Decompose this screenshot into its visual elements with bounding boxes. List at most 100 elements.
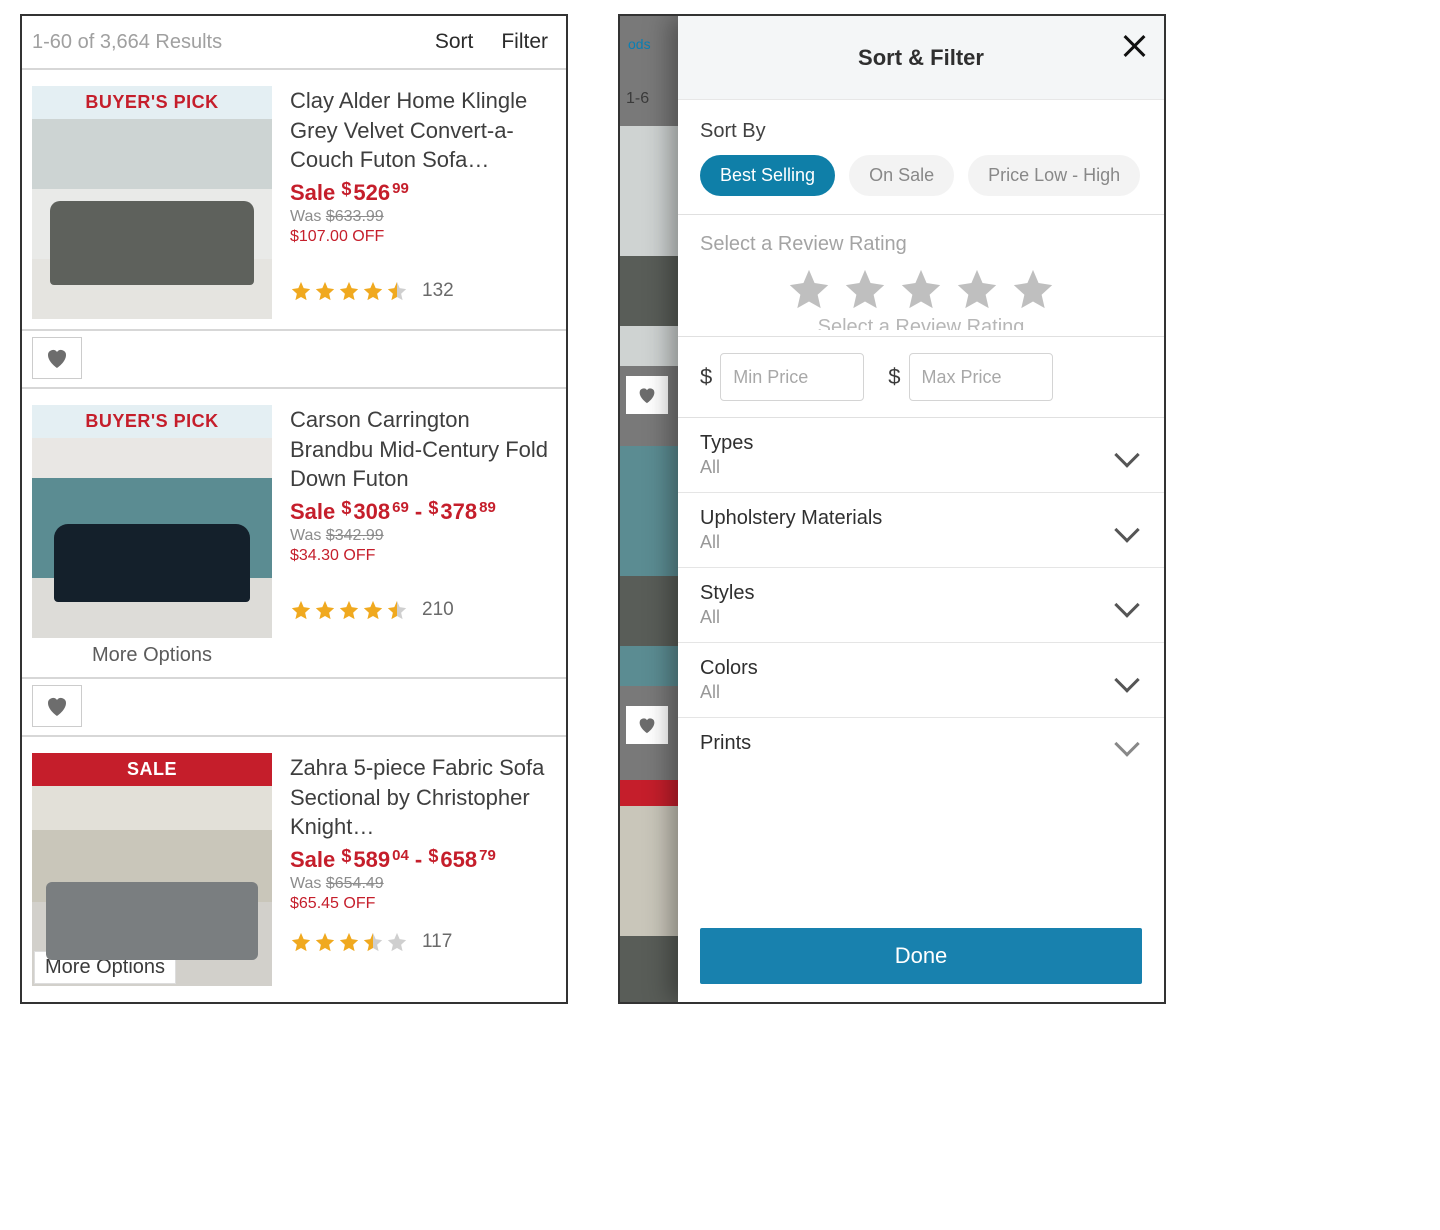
- filter-category-colors[interactable]: Colors All: [678, 643, 1164, 718]
- cat-text: Prints: [700, 732, 751, 755]
- dollar-icon: $: [700, 364, 712, 390]
- top-bar: 1-60 of 3,664 Results Sort Filter: [22, 16, 566, 68]
- price2-cents: 89: [479, 499, 496, 516]
- star-icon[interactable]: [953, 266, 1001, 312]
- favorite-button[interactable]: [32, 685, 82, 727]
- price2-main: 658: [440, 847, 477, 872]
- star-icon[interactable]: [785, 266, 833, 312]
- done-button[interactable]: Done: [700, 928, 1142, 984]
- filter-button[interactable]: Filter: [501, 30, 548, 54]
- bg-heart: [626, 706, 668, 744]
- sale-word: Sale: [290, 180, 335, 205]
- sort-pill-on-sale[interactable]: On Sale: [849, 155, 954, 196]
- cat-text: Types All: [700, 432, 753, 478]
- product-left: SALE More Options: [32, 753, 272, 986]
- buyers-pick-badge: BUYER'S PICK: [32, 405, 272, 438]
- star-icon[interactable]: [841, 266, 889, 312]
- more-options-label[interactable]: More Options: [32, 638, 272, 667]
- product-card[interactable]: SALE More Options Zahra 5-piece Fabric S…: [22, 737, 566, 986]
- review-count: 210: [422, 599, 454, 621]
- sale-word: Sale: [290, 499, 335, 524]
- bg-product: [620, 126, 678, 366]
- sort-pill-best-selling[interactable]: Best Selling: [700, 155, 835, 196]
- old-price: $654.49: [326, 875, 384, 892]
- product-title[interactable]: Zahra 5-piece Fabric Sofa Sectional by C…: [290, 753, 556, 842]
- star-rating[interactable]: [290, 599, 408, 621]
- chevron-down-icon: [1114, 667, 1139, 692]
- star-icon: [290, 599, 312, 621]
- category-name: Colors: [700, 657, 758, 680]
- product-card[interactable]: BUYER'S PICK Clay Alder Home Klingle Gre…: [22, 70, 566, 331]
- sort-pills: Best Selling On Sale Price Low - High: [700, 155, 1142, 196]
- product-title[interactable]: Carson Carrington Brandbu Mid-Century Fo…: [290, 405, 556, 494]
- filter-category-upholstery[interactable]: Upholstery Materials All: [678, 493, 1164, 568]
- dollar-sign: $: [341, 179, 351, 199]
- sort-button[interactable]: Sort: [435, 30, 474, 54]
- dollar-sign: $: [428, 498, 438, 518]
- bg-breadcrumb: ods: [628, 36, 651, 52]
- min-price-input[interactable]: [720, 353, 864, 401]
- star-icon: [338, 280, 360, 302]
- category-name: Styles: [700, 582, 754, 605]
- was-word: Was: [290, 208, 321, 225]
- bg-sale-badge: [620, 780, 678, 806]
- chevron-down-icon: [1114, 731, 1139, 756]
- favorite-button[interactable]: [32, 337, 82, 379]
- review-count: 117: [422, 931, 452, 953]
- price2-main: 378: [440, 499, 477, 524]
- product-title[interactable]: Clay Alder Home Klingle Grey Velvet Conv…: [290, 86, 556, 175]
- star-icon: [290, 931, 312, 953]
- product-image[interactable]: [32, 438, 272, 638]
- was-price: Was $342.99: [290, 527, 556, 545]
- price-cents: 69: [392, 499, 409, 516]
- star-icon: [338, 599, 360, 621]
- min-price-group: $: [700, 353, 864, 401]
- star-rating[interactable]: [290, 931, 408, 953]
- bg-product: [620, 446, 678, 686]
- top-actions: Sort Filter: [435, 30, 548, 54]
- review-count: 132: [422, 280, 454, 302]
- star-icon[interactable]: [1009, 266, 1057, 312]
- chevron-down-icon: [1114, 592, 1139, 617]
- more-options-overlay[interactable]: More Options: [34, 951, 176, 984]
- category-name: Types: [700, 432, 753, 455]
- star-rating[interactable]: [290, 280, 408, 302]
- star-icon: [362, 599, 384, 621]
- filter-category-prints[interactable]: Prints: [678, 718, 1164, 755]
- close-icon[interactable]: [1122, 34, 1146, 58]
- price-cents: 04: [392, 847, 409, 864]
- rating-stars[interactable]: [700, 266, 1142, 312]
- star-icon: [314, 599, 336, 621]
- filter-category-styles[interactable]: Styles All: [678, 568, 1164, 643]
- rating-label: Select a Review Rating: [700, 233, 1142, 256]
- star-icon: [314, 931, 336, 953]
- heart-icon: [45, 347, 69, 369]
- category-value: All: [700, 532, 882, 553]
- price-sep: -: [409, 499, 429, 524]
- max-price-group: $: [888, 353, 1052, 401]
- filter-category-types[interactable]: Types All: [678, 418, 1164, 493]
- sheet-body: Sort By Best Selling On Sale Price Low -…: [678, 100, 1164, 914]
- dollar-sign: $: [341, 846, 351, 866]
- dollar-icon: $: [888, 364, 900, 390]
- sort-by-label: Sort By: [700, 120, 1142, 143]
- product-card[interactable]: BUYER'S PICK More Options Carson Carring…: [22, 389, 566, 679]
- star-icon: [290, 280, 312, 302]
- price-section: $ $: [678, 337, 1164, 418]
- product-info: Carson Carrington Brandbu Mid-Century Fo…: [290, 405, 556, 667]
- product-image[interactable]: More Options: [32, 786, 272, 986]
- rating-section: Select a Review Rating Select a Review R…: [678, 215, 1164, 337]
- max-price-input[interactable]: [909, 353, 1053, 401]
- cat-text: Styles All: [700, 582, 754, 628]
- cat-text: Upholstery Materials All: [700, 507, 882, 553]
- sale-price: Sale $58904 - $65879: [290, 846, 556, 873]
- bg-results: 1-6: [626, 90, 649, 108]
- product-image[interactable]: [32, 119, 272, 319]
- discount-amount: $65.45 OFF: [290, 895, 556, 913]
- sort-pill-price-low-high[interactable]: Price Low - High: [968, 155, 1140, 196]
- rating-row: 132: [290, 280, 556, 302]
- category-value: All: [700, 607, 754, 628]
- old-price: $633.99: [326, 208, 384, 225]
- price-cents: 99: [392, 180, 409, 197]
- star-icon[interactable]: [897, 266, 945, 312]
